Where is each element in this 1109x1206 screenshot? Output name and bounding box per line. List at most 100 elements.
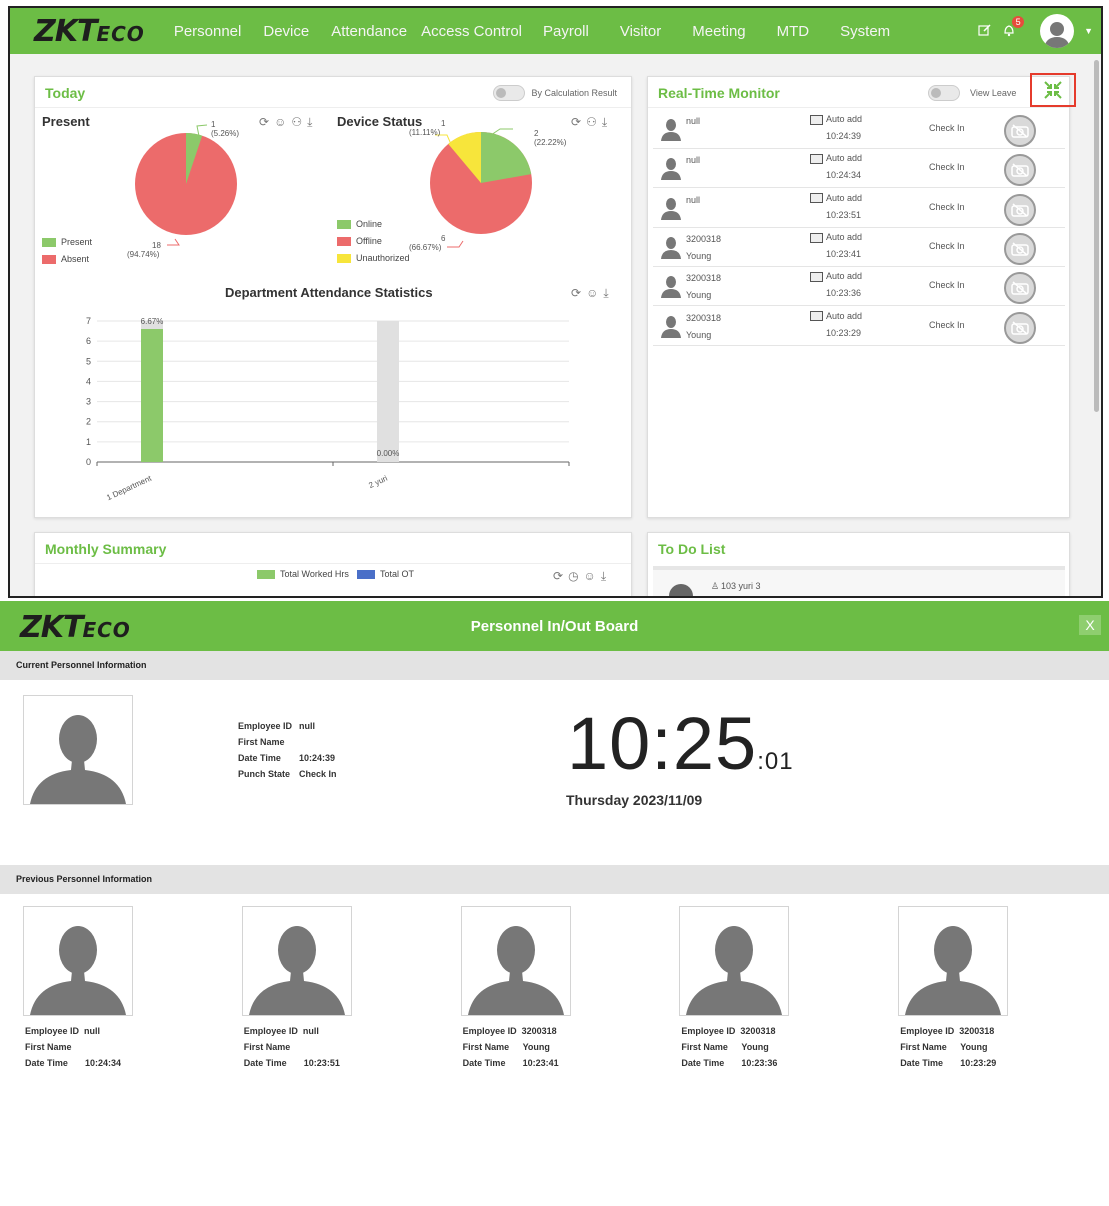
y-tick-label: 5 xyxy=(86,356,91,366)
person-silhouette-icon xyxy=(467,926,564,1015)
notification-bell-icon[interactable]: 5 xyxy=(1002,15,1025,40)
nav-device[interactable]: Device xyxy=(252,23,320,40)
user-avatar-icon[interactable] xyxy=(1040,14,1075,48)
download-icon[interactable]: ⤓ xyxy=(601,569,611,583)
y-tick-label: 3 xyxy=(86,397,91,407)
monitor-row[interactable]: 3200318 Young Auto add 10:23:29 Check In xyxy=(653,307,1065,346)
monitor-row-device: Auto add xyxy=(810,153,862,164)
clock-seconds: :01 xyxy=(757,748,794,775)
user-dropdown-chevron-icon[interactable]: ▼ xyxy=(1084,26,1093,36)
legend-total-worked[interactable]: Total Worked Hrs xyxy=(257,569,349,579)
view-leave-toggle[interactable] xyxy=(928,84,960,101)
camera-off-icon[interactable] xyxy=(1004,311,1036,344)
nav-meeting[interactable]: Meeting xyxy=(681,23,765,40)
person-icon xyxy=(659,197,683,225)
refresh-icon[interactable]: ⟳ xyxy=(553,569,568,583)
y-tick-label: 2 xyxy=(86,417,91,427)
previous-person-info: Employee ID 3200318 First Name Young Date Ti… xyxy=(463,1023,559,1071)
previous-person-info: Employee ID null First Name Date Time 10:24:… xyxy=(25,1023,121,1071)
nav-access-control[interactable]: Access Control xyxy=(418,23,533,40)
monitor-row-time: 10:24:34 xyxy=(826,170,862,181)
employee-id-value: null xyxy=(299,721,315,731)
camera-off-icon[interactable] xyxy=(1004,272,1036,305)
bar xyxy=(141,329,163,462)
person-icon xyxy=(659,119,683,146)
camera-off-icon[interactable] xyxy=(1004,154,1036,187)
monitor-title: Real-Time Monitor xyxy=(658,85,780,101)
monitor-row[interactable]: 3200318 Young Auto add 10:23:41 Check In xyxy=(653,228,1065,267)
monitor-row-id: null xyxy=(686,116,701,126)
nav-visitor[interactable]: Visitor xyxy=(609,23,681,40)
monitor-row[interactable]: null Auto add 10:23:51 Check In xyxy=(653,189,1065,228)
scrollbar[interactable] xyxy=(1094,60,1099,412)
logo-text: ZKT xyxy=(34,13,97,49)
today-panel: Today By Calculation Result Present ⟳☺⚇⤓… xyxy=(34,76,632,518)
top-navigation-bar: ZKT ECO Personnel Device Attendance Acces… xyxy=(10,8,1101,54)
person-silhouette-icon xyxy=(686,926,783,1015)
legend-total-ot[interactable]: Total OT xyxy=(357,569,414,579)
previous-person-photo xyxy=(23,906,133,1016)
monitor-row[interactable]: 3200318 Young Auto add 10:23:36 Check In xyxy=(653,267,1065,307)
dashboard-screenshot: ZKT ECO Personnel Device Attendance Acces… xyxy=(8,6,1103,598)
zkteco-logo[interactable]: ZKT ECO xyxy=(34,14,145,49)
nav-payroll[interactable]: Payroll xyxy=(533,23,609,40)
monitor-row-device: Auto add xyxy=(810,232,862,243)
camera-off-icon[interactable] xyxy=(1004,193,1036,226)
monitor-row-id: null xyxy=(686,194,701,205)
nav-attendance[interactable]: Attendance xyxy=(320,23,418,40)
first-name-label: First Name xyxy=(900,1042,947,1052)
collapse-button[interactable] xyxy=(1030,73,1076,107)
bar-background xyxy=(377,321,399,462)
punch-state-label: Punch State xyxy=(238,769,291,779)
date-time-value: 10:23:29 xyxy=(960,1058,997,1068)
todo-item[interactable]: ♙ 103 yuri 3 xyxy=(653,566,1065,596)
employee-id-value: null xyxy=(84,1026,101,1036)
close-button[interactable]: X xyxy=(1079,615,1101,635)
monitor-row-state: Check In xyxy=(929,162,965,173)
monitor-row-name: Young xyxy=(686,329,712,340)
monitor-row-id: 3200318 xyxy=(686,312,722,323)
person-icon xyxy=(659,276,683,303)
date-time-label: Date Time xyxy=(900,1058,944,1068)
employee-id-label: Employee ID xyxy=(900,1026,955,1036)
clock-icon[interactable]: ◷ xyxy=(568,569,583,583)
employee-id-value: 3200318 xyxy=(740,1026,776,1036)
todo-item-label: 103 yuri 3 xyxy=(721,581,761,591)
users-icon[interactable]: ☺ xyxy=(584,569,601,583)
previous-person-photo xyxy=(679,906,790,1016)
device-icon xyxy=(810,271,823,282)
current-date: Thursday 2023/11/09 xyxy=(566,792,703,808)
todo-title: To Do List xyxy=(658,541,726,557)
first-name-label: First Name xyxy=(681,1042,728,1052)
camera-off-icon[interactable] xyxy=(1004,115,1036,147)
monitor-row-state: Check In xyxy=(929,240,965,251)
monitor-row[interactable]: null Auto add 10:24:39 Check In xyxy=(653,110,1065,149)
inout-board-screen: ZKT ECO Personnel In/Out Board X Current … xyxy=(0,601,1109,1206)
monitor-row-state: Check In xyxy=(929,201,965,212)
monitor-row-name: Young xyxy=(686,290,712,301)
camera-off-icon[interactable] xyxy=(1004,232,1036,265)
nav-mtd[interactable]: MTD xyxy=(766,23,830,40)
edit-icon[interactable] xyxy=(978,23,992,40)
first-name-label: First Name xyxy=(238,737,285,747)
clock-hours-minutes: 10:25 xyxy=(567,702,758,785)
bar-data-label: 0.00% xyxy=(377,449,400,458)
nav-personnel[interactable]: Personnel xyxy=(163,23,253,40)
collapse-arrows-icon xyxy=(1044,81,1062,99)
employee-id-value: 3200318 xyxy=(959,1026,995,1036)
x-category-label: 2 yuri xyxy=(367,474,389,491)
monitor-row-device: Auto add xyxy=(810,311,862,322)
board-header: ZKT ECO Personnel In/Out Board X xyxy=(0,601,1109,651)
date-time-value: 10:24:39 xyxy=(299,753,336,763)
live-clock: 10:25:01 xyxy=(567,701,794,786)
employee-id-label: Employee ID xyxy=(243,1026,298,1036)
y-tick-label: 4 xyxy=(86,376,91,386)
monitor-row[interactable]: null Auto add 10:24:34 Check In xyxy=(653,149,1065,189)
person-icon xyxy=(659,158,683,185)
nav-system[interactable]: System xyxy=(829,23,901,40)
person-silhouette-icon xyxy=(248,926,345,1015)
monitor-row-device: Auto add xyxy=(810,114,862,125)
monitor-row-device: Auto add xyxy=(810,271,862,282)
date-time-label: Date Time xyxy=(238,753,281,763)
monitor-row-time: 10:23:41 xyxy=(826,248,862,259)
